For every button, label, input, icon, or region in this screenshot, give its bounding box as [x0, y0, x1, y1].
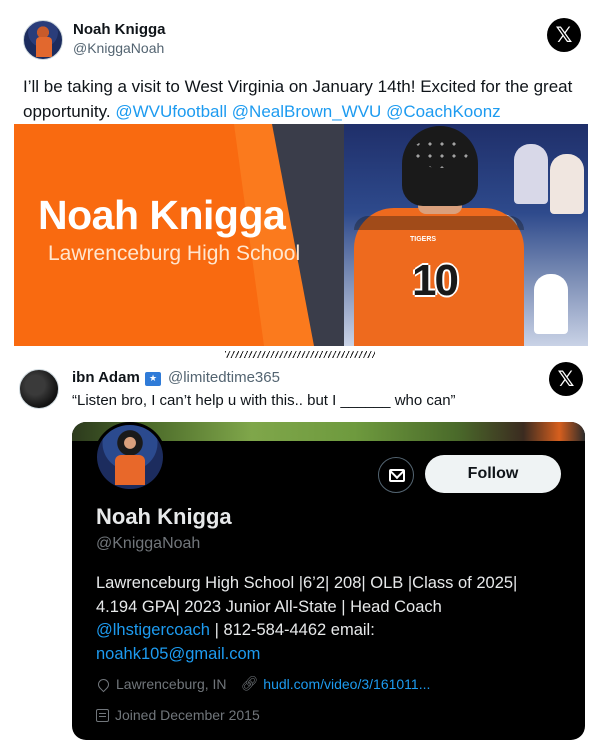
fan-figure	[534, 274, 568, 334]
helmet	[402, 126, 478, 206]
bio-line: Lawrenceburg High School |6’2| 208| OLB …	[96, 574, 518, 592]
follow-button[interactable]: Follow	[425, 455, 561, 493]
divider	[225, 351, 375, 358]
x-logo-icon[interactable]: 𝕏	[549, 362, 583, 396]
link-icon: 🔗︎	[240, 676, 259, 692]
profile-bio: Lawrenceburg High School |6’2| 208| OLB …	[96, 572, 566, 666]
joined-text: Joined December 2015	[115, 707, 260, 723]
mention-link[interactable]: @WVUfootball	[115, 102, 227, 121]
tweet-noah: Noah Knigga @KniggaNoah 𝕏 I’ll be taking…	[0, 0, 599, 350]
profile-joined: Joined December 2015	[96, 707, 260, 723]
bio-text: | 812-584-4462 email:	[209, 621, 375, 639]
jersey-number: 10	[412, 256, 459, 305]
banner-name: Noah Knigga	[38, 192, 286, 238]
profile-name: Noah Knigga	[96, 504, 232, 529]
tweet-image[interactable]: Noah Knigga Lawrenceburg High School TIG…	[14, 124, 588, 346]
avatar[interactable]	[19, 369, 59, 409]
author-name[interactable]: ibn Adam	[72, 369, 140, 386]
avatar[interactable]	[23, 20, 63, 60]
bio-line: noahk105@gmail.com	[96, 643, 566, 667]
profile-website[interactable]: 🔗︎ hudl.com/video/3/161011...	[241, 676, 431, 692]
fan-figure	[550, 154, 584, 214]
jersey-text: TIGERS	[410, 236, 437, 243]
flag-badge-icon: ★	[145, 372, 161, 386]
author-handle[interactable]: @limitedtime365	[168, 369, 280, 386]
profile-avatar[interactable]	[94, 422, 166, 492]
profile-location: Lawrenceburg, IN	[95, 676, 227, 692]
message-button[interactable]	[378, 457, 414, 493]
envelope-icon	[389, 469, 405, 482]
profile-handle: @KniggaNoah	[96, 535, 201, 552]
banner-school: Lawrenceburg High School	[48, 242, 301, 265]
map-pin-icon	[95, 676, 112, 692]
profile-card: Follow Noah Knigga @KniggaNoah Lawrenceb…	[72, 422, 585, 740]
bio-mention-link[interactable]: @lhstigercoach	[96, 621, 210, 639]
player-image: TIGERS 10	[332, 124, 532, 346]
bio-email-link[interactable]: noahk105@gmail.com	[96, 645, 260, 663]
bio-line: @lhstigercoach | 812-584-4462 email:	[96, 619, 566, 643]
calendar-icon	[96, 708, 109, 722]
bio-line: 4.194 GPA| 2023 Junior All-State | Head …	[96, 597, 442, 616]
x-logo-icon[interactable]: 𝕏	[547, 18, 581, 52]
tweet-text: “Listen bro, I can’t help u with this.. …	[72, 392, 456, 409]
website-link[interactable]: hudl.com/video/3/161011...	[263, 676, 430, 692]
tweet-text: I’ll be taking a visit to West Virginia …	[23, 74, 583, 124]
location-text: Lawrenceburg, IN	[116, 676, 227, 692]
profile-meta: Lawrenceburg, IN 🔗︎ hudl.com/video/3/161…	[95, 676, 431, 692]
mention-link[interactable]: @CoachKoonz	[386, 102, 501, 121]
mention-link[interactable]: @NealBrown_WVU	[232, 102, 382, 121]
author-handle[interactable]: @KniggaNoah	[73, 40, 164, 56]
author-name[interactable]: Noah Knigga	[73, 21, 166, 38]
